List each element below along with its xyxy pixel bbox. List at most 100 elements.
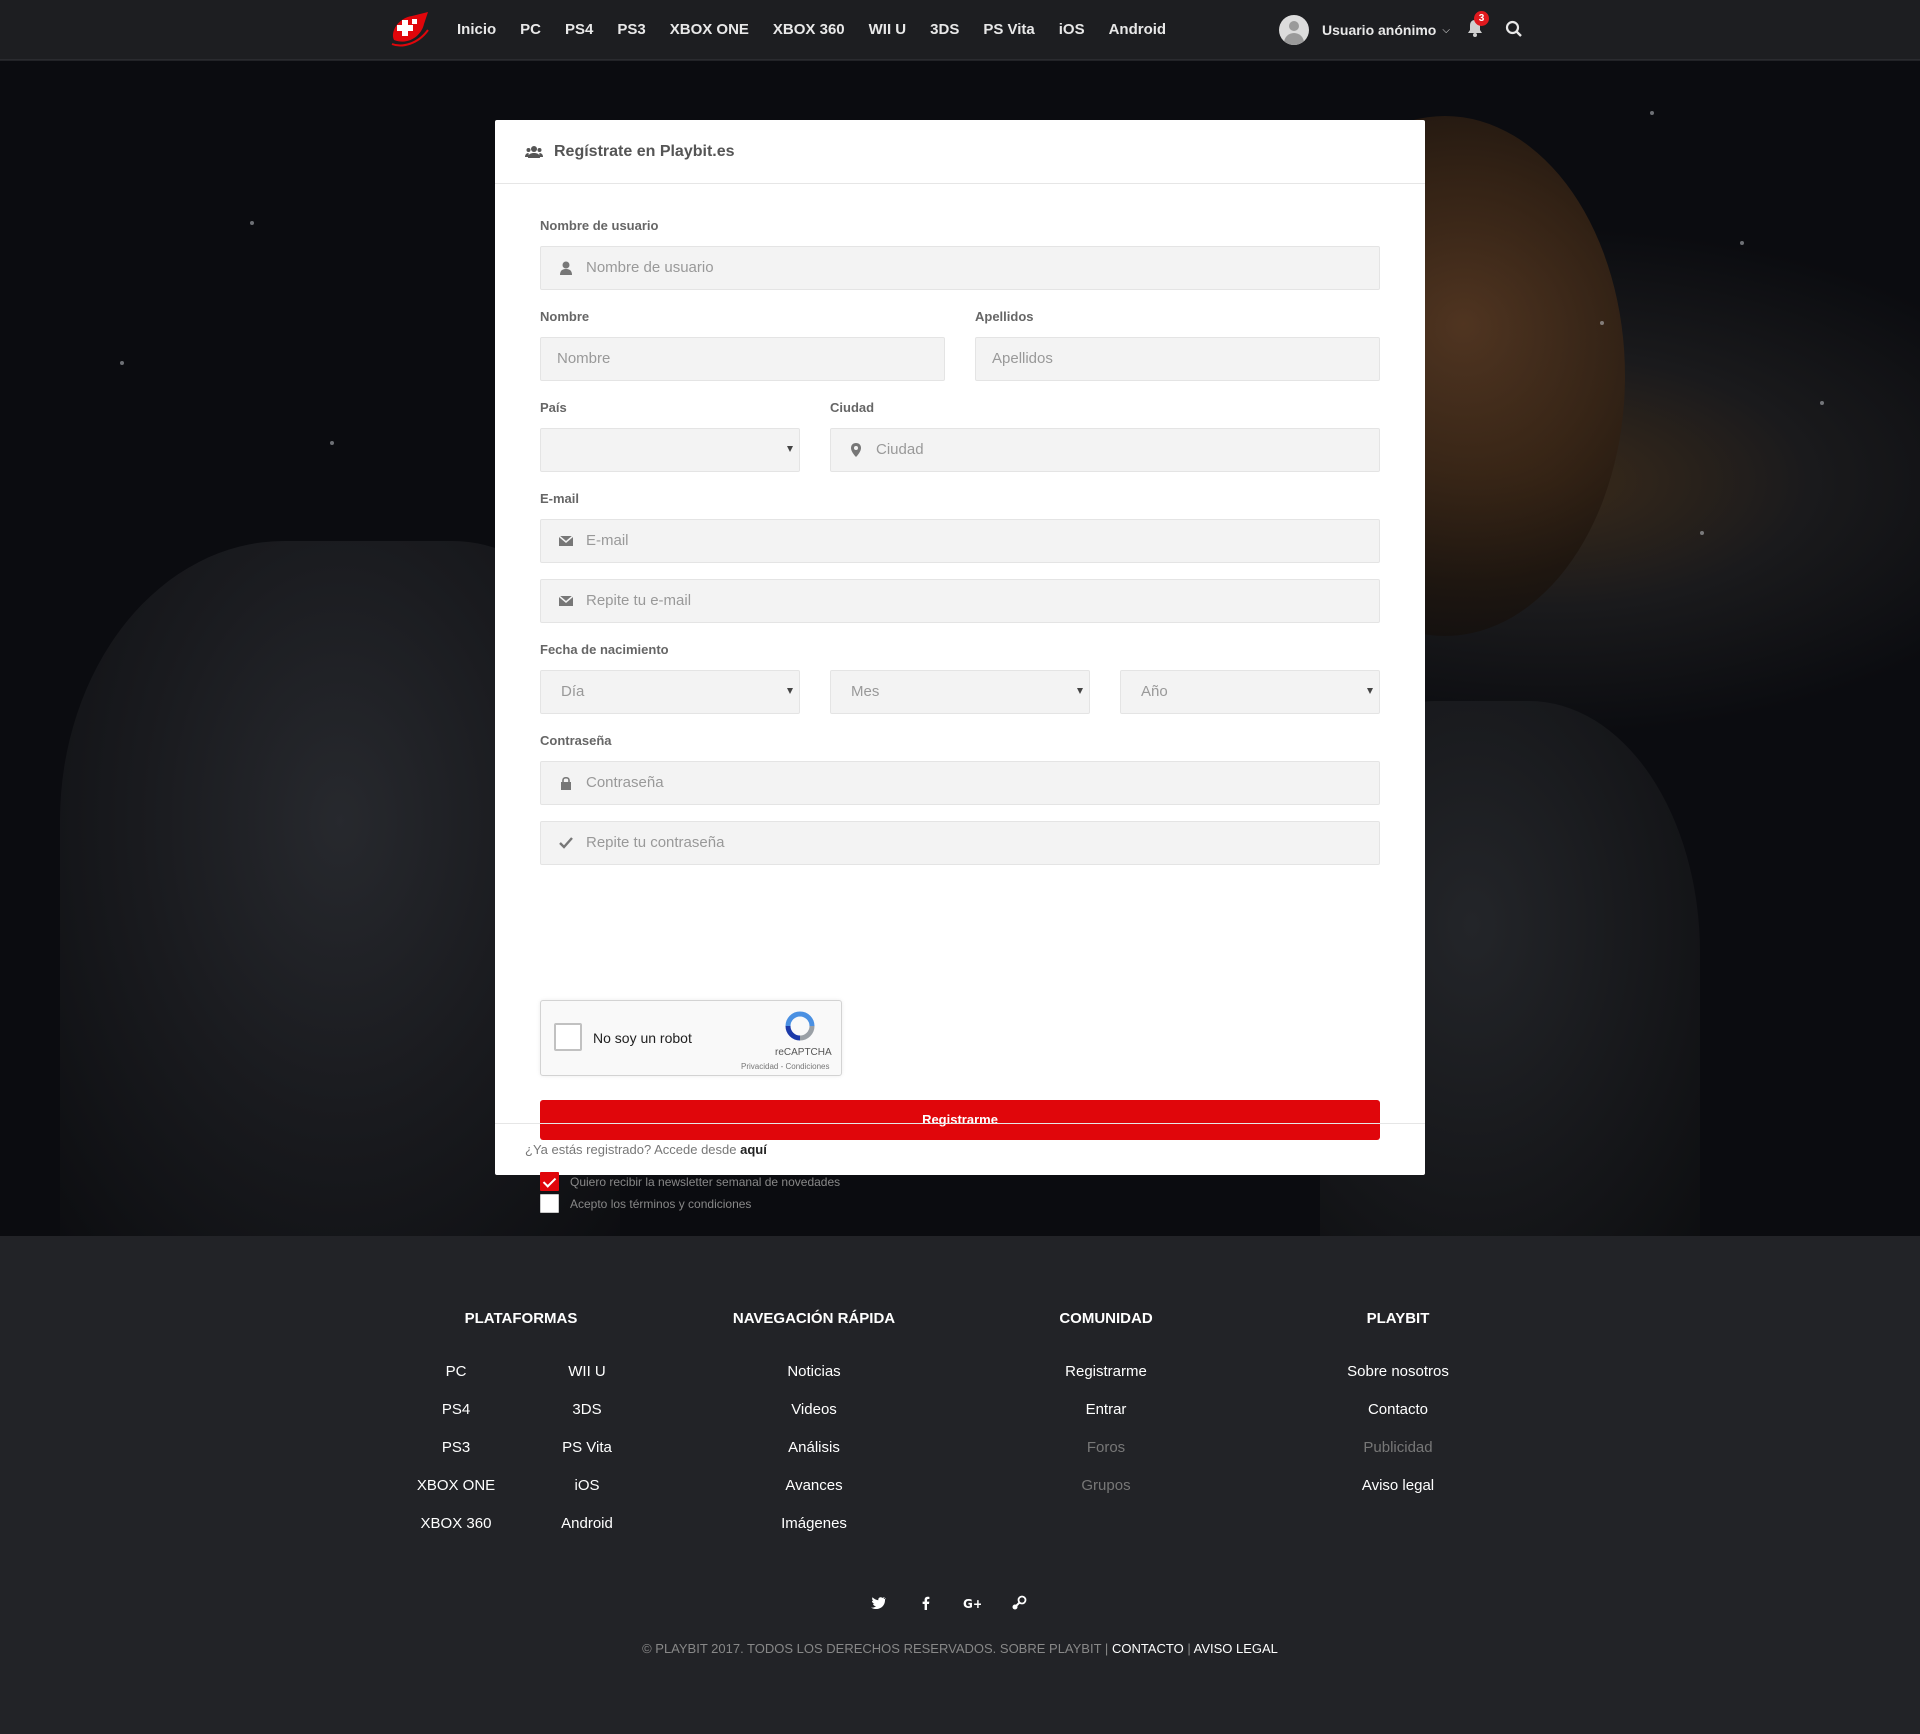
last-name-label: Apellidos [975, 309, 1034, 324]
password-label: Contraseña [540, 733, 612, 748]
footer-link-ios[interactable]: iOS [507, 1477, 667, 1494]
country-select[interactable] [540, 428, 800, 472]
email-input[interactable]: E-mail [540, 519, 1380, 563]
user-name: Usuario anónimo [1322, 22, 1437, 38]
envelope-icon [558, 535, 574, 546]
playbit-logo[interactable] [388, 10, 432, 50]
terms-checkbox[interactable] [540, 1194, 559, 1213]
footer-link-registrarme[interactable]: Registrarme [1026, 1363, 1186, 1380]
city-placeholder: Ciudad [876, 441, 924, 458]
footer-link-aviso-legal[interactable]: Aviso legal [1318, 1477, 1478, 1494]
username-input[interactable]: Nombre de usuario [540, 246, 1380, 290]
star [120, 361, 124, 365]
login-link[interactable]: aquí [740, 1142, 767, 1157]
caret-down-icon [787, 446, 793, 452]
footer-link-noticias[interactable]: Noticias [734, 1363, 894, 1380]
star [1650, 111, 1654, 115]
nav-pc[interactable]: PC [508, 0, 553, 60]
nav-3ds[interactable]: 3DS [918, 0, 971, 60]
email-repeat-placeholder: Repite tu e-mail [586, 592, 692, 609]
email-repeat-input[interactable]: Repite tu e-mail [540, 579, 1380, 623]
footer-legal-link[interactable]: AVISO LEGAL [1194, 1641, 1278, 1656]
password-repeat-input[interactable]: Repite tu contraseña [540, 821, 1380, 865]
facebook-icon[interactable] [917, 1594, 935, 1612]
nav-wii-u[interactable]: WII U [857, 0, 919, 60]
nav-ios[interactable]: iOS [1047, 0, 1097, 60]
footer-link-wii-u[interactable]: WII U [507, 1363, 667, 1380]
recaptcha-brand: reCAPTCHA [775, 1047, 832, 1058]
footer-link-android[interactable]: Android [507, 1515, 667, 1532]
nav-android[interactable]: Android [1097, 0, 1179, 60]
first-name-placeholder: Nombre [557, 350, 611, 367]
footer-community-title: COMUNIDAD [1059, 1310, 1153, 1327]
user-icon [560, 261, 572, 275]
city-label: Ciudad [830, 400, 875, 415]
birth-month-select[interactable]: Mes [830, 670, 1090, 714]
main-nav: Inicio PC PS4 PS3 XBOX ONE XBOX 360 WII … [446, 0, 1178, 60]
star [250, 221, 254, 225]
card-header: Regístrate en Playbit.es [495, 120, 1425, 184]
footer-link-foros[interactable]: Foros [1026, 1439, 1186, 1456]
nav-xbox-360[interactable]: XBOX 360 [761, 0, 857, 60]
birth-day-select[interactable]: Día [540, 670, 800, 714]
search-icon[interactable] [1505, 20, 1523, 38]
footer-link-analisis[interactable]: Análisis [734, 1439, 894, 1456]
first-name-input[interactable]: Nombre [540, 337, 945, 381]
footer-link-imagenes[interactable]: Imágenes [734, 1515, 894, 1532]
login-prompt: ¿Ya estás registrado? Accede desde [525, 1142, 737, 1157]
password-input[interactable]: Contraseña [540, 761, 1380, 805]
footer-contact-link[interactable]: CONTACTO [1112, 1641, 1184, 1656]
nav-inicio[interactable]: Inicio [446, 0, 508, 60]
lock-icon [561, 776, 571, 790]
caret-down-icon [787, 688, 793, 694]
nav-xbox-one[interactable]: XBOX ONE [658, 0, 761, 60]
recaptcha-checkbox[interactable] [554, 1023, 582, 1051]
copyright: © PLAYBIT 2017. TODOS LOS DERECHOS RESER… [0, 1641, 1920, 1656]
caret-down-icon [1077, 688, 1083, 694]
recaptcha-links[interactable]: Privacidad - Condiciones [741, 1062, 830, 1071]
nav-ps4[interactable]: PS4 [553, 0, 605, 60]
footer-link-publicidad[interactable]: Publicidad [1318, 1439, 1478, 1456]
footer-link-ps-vita[interactable]: PS Vita [507, 1439, 667, 1456]
footer-link-3ds[interactable]: 3DS [507, 1401, 667, 1418]
footer-playbit-title: PLAYBIT [1366, 1310, 1430, 1327]
notification-badge: 3 [1474, 11, 1489, 26]
nav-ps-vita[interactable]: PS Vita [971, 0, 1046, 60]
first-name-label: Nombre [540, 309, 590, 324]
month-value: Mes [851, 683, 880, 700]
register-card: Regístrate en Playbit.es Nombre de usuar… [495, 120, 1425, 1213]
city-input[interactable]: Ciudad [830, 428, 1380, 472]
separator: | [1104, 1641, 1109, 1656]
country-label: País [540, 400, 567, 415]
nav-ps3[interactable]: PS3 [605, 0, 657, 60]
last-name-input[interactable]: Apellidos [975, 337, 1380, 381]
svg-text:G+: G+ [963, 1597, 981, 1611]
footer-link-avances[interactable]: Avances [734, 1477, 894, 1494]
caret-down-icon [1367, 688, 1373, 694]
footer-link-videos[interactable]: Videos [734, 1401, 894, 1418]
star [330, 441, 334, 445]
last-name-placeholder: Apellidos [992, 350, 1053, 367]
separator: | [1187, 1641, 1191, 1656]
google-plus-icon[interactable]: G+ [963, 1594, 981, 1612]
password-placeholder: Contraseña [586, 774, 664, 791]
recaptcha-widget: No soy un robot reCAPTCHA Privacidad - C… [540, 1000, 842, 1076]
footer-quicknav-title: NAVEGACIÓN RÁPIDA [732, 1310, 896, 1327]
birth-year-select[interactable]: Año [1120, 670, 1380, 714]
footer-link-grupos[interactable]: Grupos [1026, 1477, 1186, 1494]
twitter-icon[interactable] [870, 1594, 888, 1612]
chevron-down-icon: ⌵ [1442, 24, 1450, 36]
star [1700, 531, 1704, 535]
footer-link-sobre-nosotros[interactable]: Sobre nosotros [1318, 1363, 1478, 1380]
star [1820, 401, 1824, 405]
steam-icon[interactable] [1010, 1594, 1028, 1612]
star [1600, 321, 1604, 325]
email-label: E-mail [540, 491, 580, 506]
newsletter-label: Quiero recibir la newsletter semanal de … [570, 1175, 841, 1189]
user-menu[interactable]: Usuario anónimo ⌵ [1279, 14, 1450, 46]
footer-link-contacto[interactable]: Contacto [1318, 1401, 1478, 1418]
footer-link-entrar[interactable]: Entrar [1026, 1401, 1186, 1418]
day-value: Día [561, 683, 585, 700]
year-value: Año [1141, 683, 1168, 700]
terms-label: Acepto los términos y condiciones [570, 1197, 752, 1211]
